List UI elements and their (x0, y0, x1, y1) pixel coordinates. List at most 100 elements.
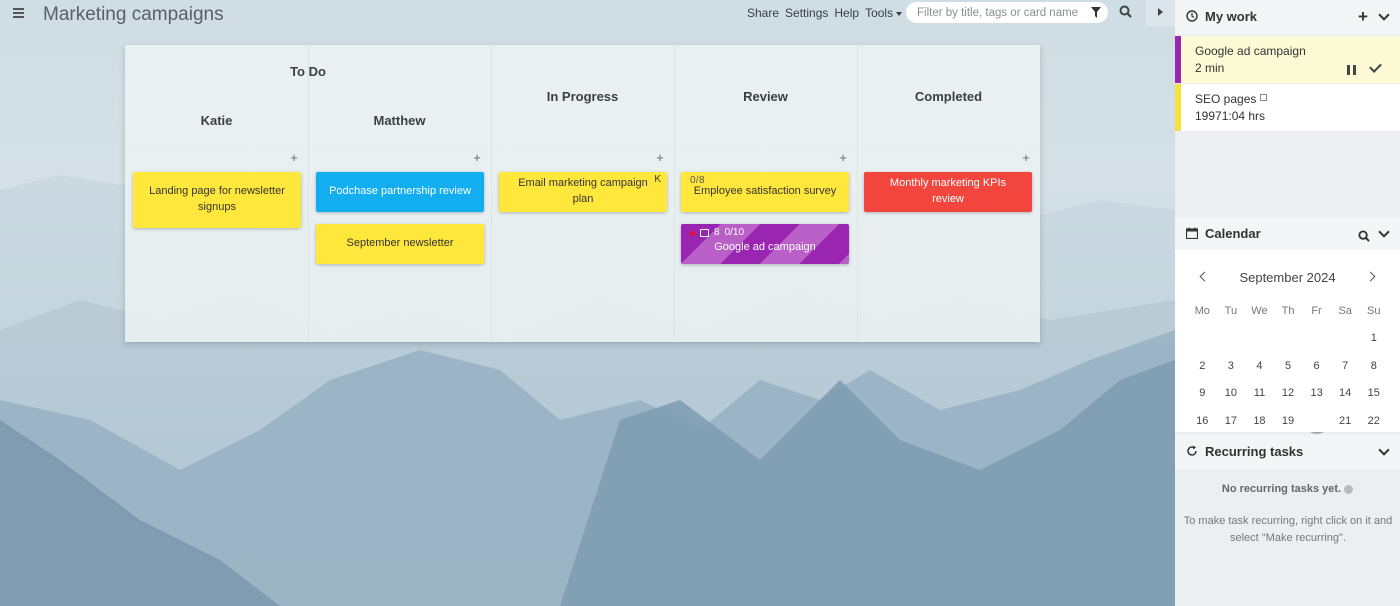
calendar-day[interactable]: 2 (1188, 353, 1217, 379)
add-work-button[interactable]: + (1358, 7, 1368, 27)
calendar-day[interactable]: 8 (1359, 353, 1388, 379)
check-icon[interactable] (1369, 60, 1382, 73)
calendar-day[interactable]: 6 (1302, 353, 1331, 379)
search-icon[interactable] (1119, 5, 1132, 18)
pause-icon[interactable] (1347, 65, 1356, 75)
weekday-label: Sa (1338, 304, 1352, 317)
calendar-day[interactable]: 15 (1359, 380, 1388, 406)
column-title-completed: Completed (914, 89, 983, 104)
calendar-week-row: 9 10 11 12 13 14 15 (1188, 380, 1388, 408)
calendar-day[interactable]: 20 (1302, 407, 1331, 434)
filter-input[interactable] (917, 5, 1087, 20)
recurring-empty-message: No recurring tasks yet. (1175, 483, 1400, 495)
card-title: Google ad campaign (714, 241, 816, 254)
toggle-sidebar-button[interactable] (1146, 0, 1175, 26)
column-title-in-progress: In Progress (546, 89, 619, 104)
work-item[interactable]: SEO pages 19971:04 hrs (1175, 84, 1400, 131)
calendar-day[interactable]: 22 (1359, 408, 1388, 434)
calendar-day[interactable]: 10 (1217, 380, 1246, 406)
work-item-name-text: SEO pages (1195, 92, 1257, 106)
recurring-empty-text: No recurring tasks yet. (1221, 483, 1342, 495)
card-meta: 8 0/10 (690, 226, 744, 241)
filter-icon[interactable] (1091, 7, 1101, 18)
column-title-review: Review (743, 89, 788, 104)
share-link[interactable]: Share (747, 6, 779, 20)
my-work-header: My work + (1175, 0, 1400, 34)
add-card-button-completed[interactable]: + (1020, 150, 1032, 165)
calendar-day[interactable]: 3 (1217, 353, 1246, 379)
card[interactable]: September newsletter (316, 224, 484, 264)
calendar-day[interactable]: 14 (1331, 380, 1360, 406)
add-card-button-matthew[interactable]: + (471, 150, 483, 165)
filter-box (906, 2, 1108, 23)
weekday-label: Mo (1194, 304, 1210, 317)
calendar-search-icon[interactable] (1358, 230, 1370, 242)
work-item-name: Google ad campaign (1195, 44, 1306, 58)
external-link-icon[interactable] (1260, 94, 1268, 101)
card-title: Email marketing campaign plan (518, 177, 648, 205)
calendar-day[interactable]: 7 (1331, 353, 1360, 379)
work-item-time: 2 min (1195, 61, 1225, 75)
calendar-icon (1186, 227, 1198, 239)
recurring-help-text: To make task recurring, right click on i… (1183, 515, 1393, 544)
calendar-day[interactable]: 13 (1302, 380, 1331, 406)
calendar-day[interactable]: 4 (1245, 353, 1274, 379)
calendar-day[interactable]: 12 (1274, 380, 1303, 407)
board-header: To Do Katie Matthew In Progress Review C… (125, 45, 1040, 144)
calendar-icon (700, 229, 709, 238)
calendar-empty-cell (1331, 325, 1360, 351)
recurring-title: Recurring tasks (1205, 444, 1304, 459)
settings-link[interactable]: Settings (785, 6, 828, 20)
card[interactable]: Podchase partnership review (316, 172, 484, 212)
calendar-day[interactable]: 1 (1359, 325, 1388, 351)
add-card-button-katie[interactable]: + (288, 150, 300, 165)
weekday-label: Fr (1311, 304, 1322, 317)
card[interactable]: 8 0/10 Google ad campaign (681, 224, 849, 264)
card-checklist-count: 0/10 (724, 227, 745, 238)
calendar-day[interactable]: 5 (1274, 353, 1303, 379)
calendar-empty-cell (1245, 325, 1274, 351)
card-title: Monthly marketing KPIs review (889, 177, 1007, 205)
card-title: Podchase partnership review (329, 185, 471, 198)
chevron-down-icon[interactable] (1378, 9, 1390, 21)
weekday-label: We (1251, 304, 1268, 317)
add-card-button-in-progress[interactable]: + (654, 150, 666, 165)
add-card-button-review[interactable]: + (837, 150, 849, 165)
chevron-down-icon[interactable] (1378, 444, 1390, 456)
info-icon[interactable] (1344, 484, 1354, 494)
weekday-label: Su (1367, 304, 1381, 317)
chevron-down-icon[interactable] (1378, 226, 1390, 238)
calendar-day[interactable]: 18 (1245, 408, 1274, 434)
card-title: Employee satisfaction survey (693, 185, 837, 198)
calendar-day[interactable]: 11 (1245, 380, 1274, 406)
calendar-day[interactable]: 19 (1274, 408, 1303, 434)
calendar-widget: September 2024 Mo Tu We Th Fr Sa Su 1 2 3 4 5 6 7 8 9 10… (1175, 250, 1400, 434)
calendar-empty-cell (1188, 325, 1217, 351)
calendar-day[interactable]: 9 (1188, 380, 1217, 406)
my-work-title: My work (1205, 9, 1258, 24)
hamburger-menu-icon[interactable] (13, 8, 24, 18)
help-link[interactable]: Help (834, 6, 859, 20)
calendar-day[interactable]: 16 (1188, 408, 1217, 434)
priority-dot-icon (690, 230, 695, 236)
calendar-day[interactable]: 17 (1217, 408, 1246, 434)
calendar-empty-cell (1274, 325, 1303, 351)
top-bar: Marketing campaigns Share Settings Help … (0, 0, 1175, 28)
tools-label: Tools (865, 6, 894, 20)
tools-menu[interactable]: Tools (865, 6, 903, 20)
card[interactable]: 0/8 Employee satisfaction survey (681, 172, 849, 212)
card[interactable]: K Email marketing campaign plan (499, 172, 667, 212)
calendar-day[interactable]: 21 (1331, 408, 1360, 434)
right-sidebar: My work + Google ad campaign 2 min SEO p… (1175, 0, 1400, 606)
calendar-title: Calendar (1205, 226, 1261, 241)
work-item-time: 19971:04 hrs (1195, 109, 1266, 123)
card[interactable]: Monthly marketing KPIs review (864, 172, 1032, 212)
caret-down-icon (896, 11, 903, 16)
card-due-date: 8 (714, 227, 720, 238)
card[interactable]: Landing page for newsletter signups (133, 172, 301, 228)
clock-icon (1186, 10, 1198, 22)
work-item[interactable]: Google ad campaign 2 min (1175, 36, 1400, 83)
recurring-header: Recurring tasks (1175, 435, 1400, 469)
refresh-icon (1187, 445, 1197, 456)
column-title-matthew: Matthew (373, 113, 426, 128)
